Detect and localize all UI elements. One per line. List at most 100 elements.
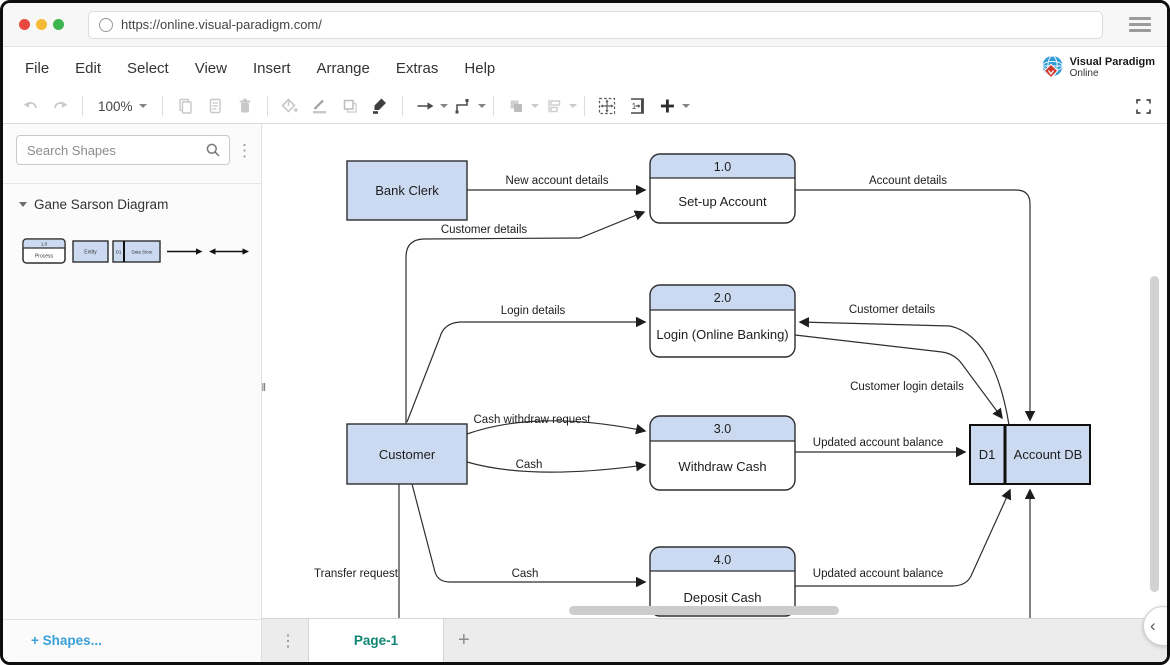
node-account-db-store[interactable]: D1 Account DB [970,425,1090,484]
edge-customer-details-right[interactable] [800,322,1009,425]
stencil-bidirectional-arrow[interactable] [209,248,249,254]
connector-style-icon[interactable] [451,93,475,119]
delete-icon[interactable] [233,93,257,119]
browser-window: https://online.visual-paradigm.com/ File… [0,0,1170,665]
stencil-entity[interactable]: Entity [73,241,108,262]
menu-extras[interactable]: Extras [396,60,439,77]
shape-panel: ⋮ Gane Sarson Diagram 1.0 Process [3,124,262,662]
url-text[interactable]: https://online.visual-paradigm.com/ [121,17,322,32]
fill-color-icon[interactable] [278,93,302,119]
menu-help[interactable]: Help [464,60,495,77]
address-bar[interactable]: https://online.visual-paradigm.com/ [88,11,1103,39]
svg-text:Login (Online Banking): Login (Online Banking) [656,327,788,342]
menu-edit[interactable]: Edit [75,60,101,77]
node-process-withdraw-cash[interactable]: 3.0 Withdraw Cash [650,416,795,490]
redo-icon[interactable] [48,93,72,119]
more-shapes-link[interactable]: + Shapes... [3,619,261,662]
edge-label-cash-deposit[interactable]: Cash [512,568,539,580]
menu-select[interactable]: Select [127,60,169,77]
svg-text:1.0: 1.0 [41,242,48,247]
add-shape-caret[interactable] [682,104,690,108]
vp-globe-icon [1039,54,1066,81]
node-process-setup-account[interactable]: 1.0 Set-up Account [650,154,795,223]
insert-column-icon[interactable]: 1 [625,93,649,119]
edge-label-updated-balance-withdraw[interactable]: Updated account balance [813,437,943,449]
arrange-order-icon[interactable] [504,93,528,119]
edge-label-customer-details-right[interactable]: Customer details [849,304,936,316]
svg-text:3.0: 3.0 [714,422,731,436]
menu-view[interactable]: View [195,60,227,77]
edge-customer-login-details[interactable] [795,335,1002,418]
connector-style-caret[interactable] [478,104,486,108]
undo-icon[interactable] [18,93,42,119]
edge-label-customer-details-top[interactable]: Customer details [441,224,528,236]
edge-cash-withdraw[interactable] [467,462,645,472]
edge-label-login-details[interactable]: Login details [501,305,566,317]
svg-text:Deposit Cash: Deposit Cash [683,590,761,605]
svg-text:Account DB: Account DB [1014,447,1083,462]
edge-label-account-details[interactable]: Account details [869,175,947,187]
note-icon[interactable] [203,93,227,119]
edge-label-updated-balance-deposit[interactable]: Updated account balance [813,568,943,580]
fit-to-selection-icon[interactable] [595,93,619,119]
gane-sarson-diagram: New account details Customer details Acc… [262,124,1167,618]
node-process-login[interactable]: 2.0 Login (Online Banking) [650,285,795,357]
site-info-icon[interactable] [99,18,113,32]
edge-login-details[interactable] [407,322,645,422]
menu-insert[interactable]: Insert [253,60,291,77]
arrow-style-icon[interactable] [413,93,437,119]
window-controls [19,19,64,30]
toolbar: 100% [3,89,1167,124]
stencil-process[interactable]: 1.0 Process [23,239,65,263]
add-page-button[interactable]: + [444,619,484,662]
node-customer[interactable]: Customer [347,424,467,484]
edge-customer-details-top[interactable] [406,212,644,424]
svg-text:Bank Clerk: Bank Clerk [375,183,439,198]
add-shape-icon[interactable] [655,93,679,119]
line-color-icon[interactable] [308,93,332,119]
horizontal-scrollbar[interactable] [569,606,839,615]
align-caret[interactable] [569,104,577,108]
browser-chrome: https://online.visual-paradigm.com/ [3,3,1167,47]
section-title: Gane Sarson Diagram [34,197,168,212]
search-icon [205,142,221,158]
svg-text:Entity: Entity [84,250,97,256]
page-options-icon[interactable]: ⋮ [262,619,308,662]
panel-resize-grip[interactable]: ‖ [261,382,267,394]
page-tab-bar: ⋮ Page-1 + [262,618,1167,662]
stencil-data-store[interactable]: D1 Data Store [113,241,160,262]
collapse-section-icon [19,202,27,207]
edge-label-new-account-details[interactable]: New account details [506,175,609,187]
menu-file[interactable]: File [25,60,49,77]
zoom-level-dropdown[interactable]: 100% [98,99,147,114]
search-shapes-input[interactable] [25,142,205,159]
format-painter-icon[interactable] [368,93,392,119]
arrow-style-caret[interactable] [440,104,448,108]
node-bank-clerk[interactable]: Bank Clerk [347,161,467,220]
vertical-scrollbar[interactable] [1150,276,1159,592]
arrange-order-caret[interactable] [531,104,539,108]
edge-label-transfer-request[interactable]: Transfer request [314,568,399,580]
shadow-icon[interactable] [338,93,362,119]
visual-paradigm-logo: Visual Paradigm Online [1039,54,1155,81]
browser-menu-icon[interactable] [1129,17,1151,33]
edge-label-customer-login-details[interactable]: Customer login details [850,381,964,393]
app-menubar: File Edit Select View Insert Arrange Ext… [3,47,1167,89]
diagram-canvas[interactable]: New account details Customer details Acc… [262,124,1167,618]
menu-arrange[interactable]: Arrange [317,60,370,77]
panel-options-icon[interactable]: ⋮ [230,142,259,159]
stencil-row: 1.0 Process Entity D1 Data Store [3,218,261,275]
maximize-window-button[interactable] [53,19,64,30]
svg-text:Customer: Customer [379,447,436,462]
align-icon[interactable] [542,93,566,119]
fullscreen-icon[interactable] [1131,93,1155,119]
tab-page-1[interactable]: Page-1 [308,619,444,662]
close-window-button[interactable] [19,19,30,30]
minimize-window-button[interactable] [36,19,47,30]
section-gane-sarson[interactable]: Gane Sarson Diagram [3,184,261,218]
edge-label-cash-withdraw-request[interactable]: Cash withdraw request [474,414,592,426]
search-shapes-box[interactable] [16,135,230,165]
copy-icon[interactable] [173,93,197,119]
edge-label-cash-withdraw[interactable]: Cash [516,459,543,471]
stencil-arrow[interactable] [167,248,203,254]
